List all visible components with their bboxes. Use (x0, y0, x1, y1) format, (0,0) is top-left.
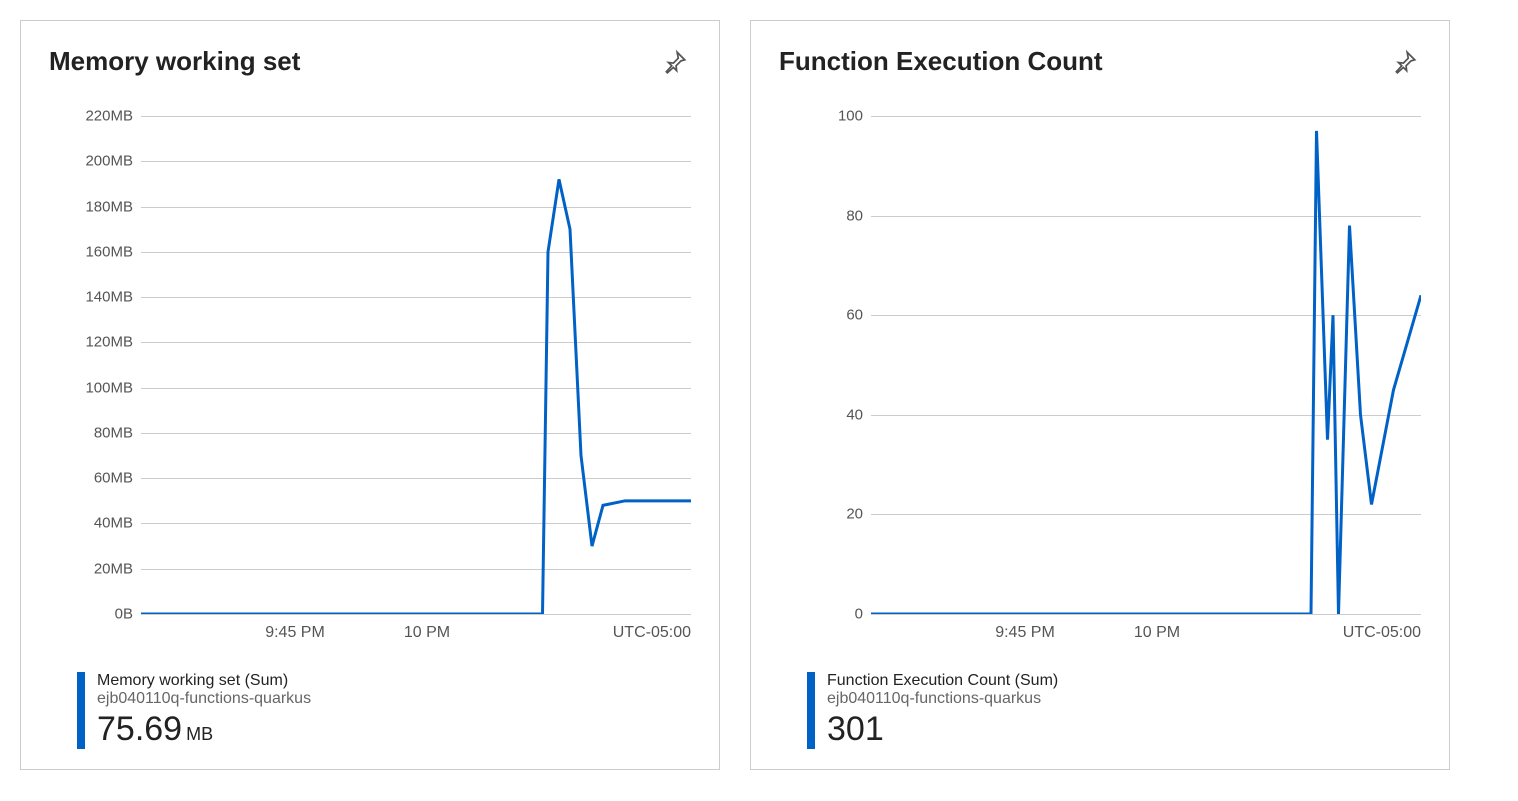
y-axis-ticks: 020406080100 (799, 116, 871, 614)
pin-icon[interactable] (659, 46, 691, 78)
x-tick-label: 9:45 PM (995, 624, 1055, 642)
legend-color-bar (807, 672, 815, 749)
y-tick-label: 80MB (94, 424, 133, 441)
legend-resource-name: ejb040110q-functions-quarkus (827, 690, 1058, 708)
y-tick-label: 140MB (85, 289, 133, 306)
chart-card-exec-count: Function Execution Count 0 20 40 60 80 100 UT… (750, 20, 1450, 770)
legend-value-number: 301 (827, 710, 884, 748)
y-tick-label: 100MB (85, 379, 133, 396)
legend-series-name: Memory working set (Sum) (97, 672, 311, 690)
legend-text: Memory working set (Sum) ejb040110q-func… (97, 672, 311, 749)
y-tick-label: 120MB (85, 334, 133, 351)
x-axis-ticks: UTC-05:00 9:45 PM 10 PM (141, 618, 691, 654)
x-axis-ticks: UTC-05:00 9:45 PM 10 PM (871, 618, 1421, 654)
legend: Function Execution Count (Sum) ejb040110… (807, 672, 1421, 749)
chart-plot-area: 020406080100 UTC-05:00 9:45 PM10 PM (799, 116, 1421, 654)
legend-value: 301 (827, 710, 1058, 749)
y-tick-label: 20 (846, 506, 863, 523)
y-tick-label: 220MB (85, 108, 133, 125)
timezone-label: UTC-05:00 (1343, 624, 1421, 642)
card-header: Function Execution Count (779, 46, 1421, 78)
data-line (871, 116, 1421, 614)
y-tick-label: 200MB (85, 153, 133, 170)
legend-value-unit: MB (186, 724, 213, 744)
timezone-label: UTC-05:00 (613, 624, 691, 642)
legend: Memory working set (Sum) ejb040110q-func… (77, 672, 691, 749)
y-tick-label: 40 (846, 406, 863, 423)
gridline (871, 614, 1421, 615)
y-tick-label: 0B (115, 606, 133, 623)
y-axis-ticks: 0B20MB40MB60MB80MB100MB120MB140MB160MB18… (69, 116, 141, 614)
y-tick-label: 60MB (94, 470, 133, 487)
legend-color-bar (77, 672, 85, 749)
y-tick-label: 20MB (94, 560, 133, 577)
x-tick-label: 10 PM (1134, 624, 1180, 642)
x-tick-label: 10 PM (404, 624, 450, 642)
y-tick-label: 60 (846, 307, 863, 324)
card-header: Memory working set (49, 46, 691, 78)
x-tick-label: 9:45 PM (265, 624, 325, 642)
y-tick-label: 0 (855, 606, 863, 623)
y-tick-label: 100 (838, 108, 863, 125)
y-tick-label: 40MB (94, 515, 133, 532)
card-title: Function Execution Count (779, 46, 1103, 77)
legend-text: Function Execution Count (Sum) ejb040110… (827, 672, 1058, 749)
gridline (141, 614, 691, 615)
legend-value-number: 75.69 (97, 710, 182, 748)
y-tick-label: 180MB (85, 198, 133, 215)
data-line (141, 116, 691, 614)
y-tick-label: 160MB (85, 243, 133, 260)
pin-icon[interactable] (1389, 46, 1421, 78)
legend-series-name: Function Execution Count (Sum) (827, 672, 1058, 690)
legend-value: 75.69MB (97, 710, 311, 749)
chart-card-memory: Memory working set 0B 20MB 40MB 60MB 80MB 100… (20, 20, 720, 770)
card-title: Memory working set (49, 46, 300, 77)
chart-plot-area: 0B 20MB 40MB 60MB 80MB 100MB 120MB 140MB 160MB 18… (69, 116, 691, 654)
y-tick-label: 80 (846, 207, 863, 224)
legend-resource-name: ejb040110q-functions-quarkus (97, 690, 311, 708)
